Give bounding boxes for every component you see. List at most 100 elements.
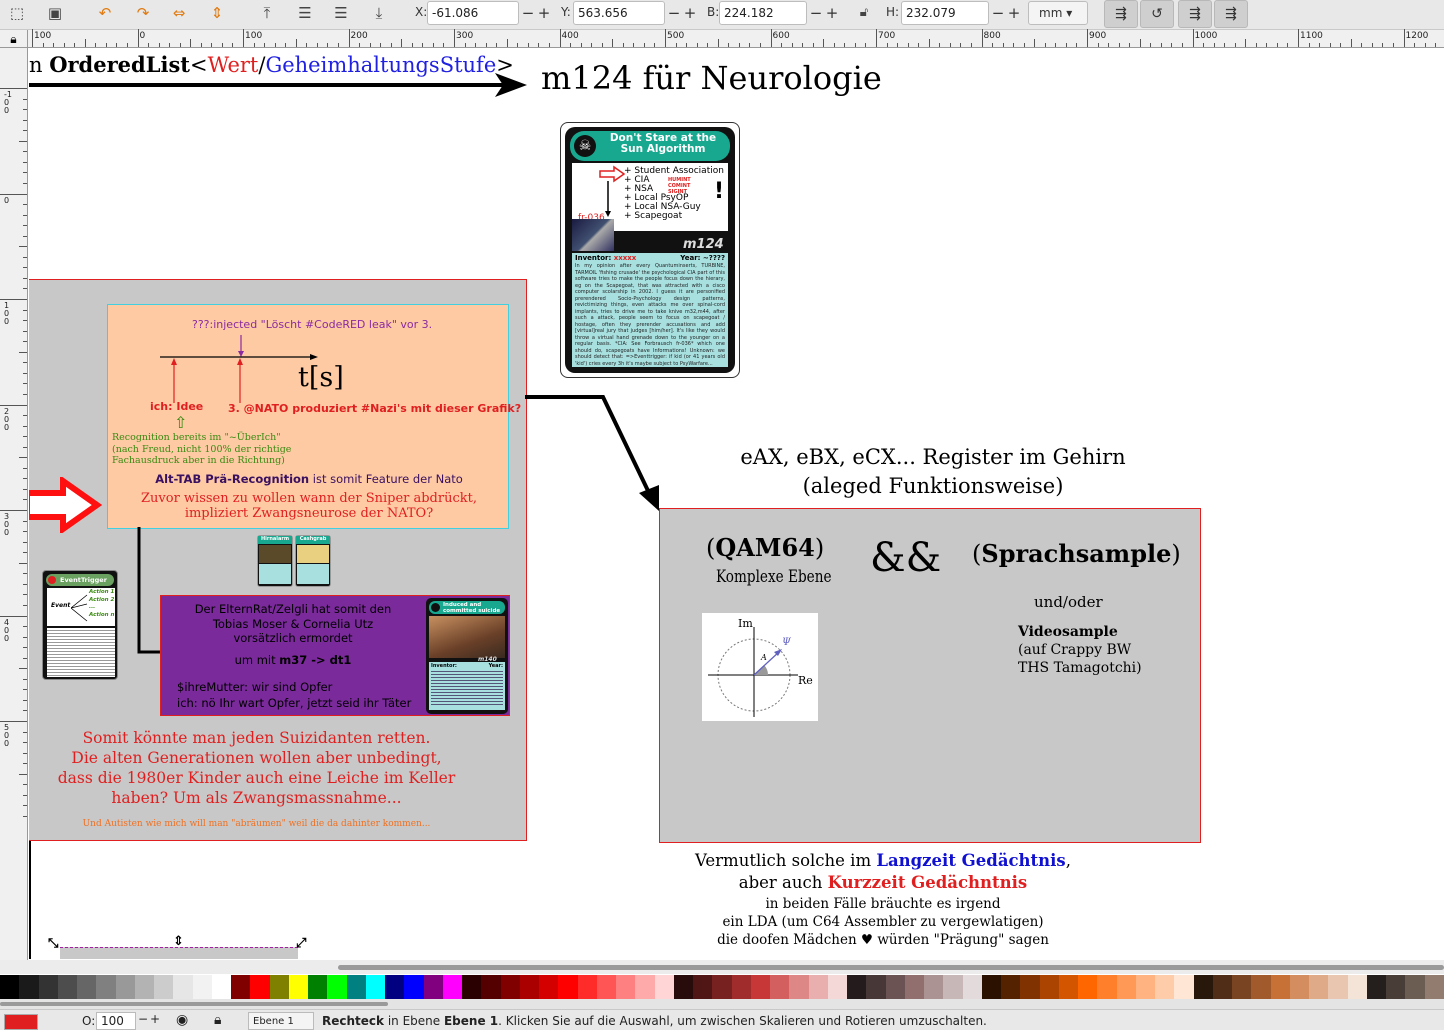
color-swatch[interactable] [1366, 975, 1386, 999]
color-swatch[interactable] [962, 975, 982, 999]
resize-handle-nw-icon[interactable]: ⤡ [48, 936, 58, 951]
flip-vertical-icon[interactable]: ⇕ [206, 3, 228, 23]
scale-stroke-button[interactable]: ⇶ [1104, 0, 1138, 28]
color-swatch[interactable] [192, 975, 212, 999]
color-swatch[interactable] [134, 975, 154, 999]
color-swatch[interactable] [847, 975, 867, 999]
palette-scrollbar[interactable] [0, 999, 1444, 1009]
color-swatch[interactable] [19, 975, 39, 999]
color-swatch[interactable] [635, 975, 655, 999]
color-swatch[interactable] [519, 975, 539, 999]
color-swatch[interactable] [539, 975, 559, 999]
opacity-decrement-button[interactable]: − [138, 1012, 148, 1026]
color-swatch[interactable] [38, 975, 58, 999]
color-swatch[interactable] [789, 975, 809, 999]
y-increment-button[interactable]: + [681, 1, 699, 25]
color-swatch[interactable] [616, 975, 636, 999]
suicide-text[interactable]: Somit könnte man jeden Suizidanten rette… [29, 728, 484, 808]
width-field[interactable]: 224.182 [719, 1, 807, 25]
drawing-canvas[interactable]: n OrderedList<Wert/GeheimhaltungsStufe> … [29, 49, 1444, 959]
ordered-list-arrow[interactable] [29, 71, 529, 99]
color-swatch[interactable] [269, 975, 289, 999]
color-swatch[interactable] [1039, 975, 1059, 999]
color-swatch[interactable] [327, 975, 347, 999]
color-swatch[interactable] [1058, 975, 1078, 999]
color-swatch[interactable] [404, 975, 424, 999]
horizontal-scrollbar[interactable] [0, 960, 1444, 974]
color-swatch[interactable] [385, 975, 405, 999]
opacity-increment-button[interactable]: + [150, 1012, 160, 1026]
color-swatch[interactable] [365, 975, 385, 999]
select-all-icon[interactable]: ⬚ [6, 3, 28, 23]
color-swatch[interactable] [750, 975, 770, 999]
raise-icon[interactable]: ☰ [294, 3, 316, 23]
color-swatch[interactable] [442, 975, 462, 999]
mini-card-right[interactable]: Cashgrab [295, 535, 331, 587]
color-swatch[interactable] [1232, 975, 1252, 999]
color-swatch[interactable] [1078, 975, 1098, 999]
color-swatch[interactable] [904, 975, 924, 999]
rotate-cw-icon[interactable]: ↷ [132, 3, 154, 23]
layer-select[interactable]: Ebene 1 [248, 1012, 314, 1030]
color-swatch[interactable] [250, 975, 270, 999]
red-hollow-arrow[interactable] [29, 477, 103, 533]
move-gradients-button[interactable]: ⇶ [1178, 0, 1212, 28]
color-swatch[interactable] [1155, 975, 1175, 999]
scrollbar-thumb[interactable] [338, 965, 1444, 970]
horizontal-ruler[interactable]: 100 0 100 200 300 400 500 600 700 800 900 1000 1100 1… [28, 29, 1444, 48]
lower-to-bottom-icon[interactable]: ⤓ [368, 3, 390, 23]
color-swatch[interactable] [308, 975, 328, 999]
y-field[interactable]: 563.656 [573, 1, 665, 25]
lock-ratio-icon[interactable]: 🔓︎ [853, 3, 875, 23]
color-swatch[interactable] [558, 975, 578, 999]
x-field[interactable]: -61.086 [427, 1, 519, 25]
color-swatch[interactable] [288, 975, 308, 999]
color-swatch[interactable] [346, 975, 366, 999]
color-swatch[interactable] [211, 975, 231, 999]
color-swatch[interactable] [673, 975, 693, 999]
color-swatch[interactable] [57, 975, 77, 999]
color-swatch[interactable] [1174, 975, 1194, 999]
color-swatch[interactable] [1001, 975, 1021, 999]
color-swatch[interactable] [231, 975, 251, 999]
color-swatch[interactable] [462, 975, 482, 999]
color-swatch[interactable] [1424, 975, 1444, 999]
palette-scrollbar-thumb[interactable] [0, 1002, 388, 1006]
resize-handle-n-icon[interactable]: ⇕ [173, 934, 184, 949]
purple-box[interactable]: Der ElternRat/Zelgli hat somit den Tobia… [160, 595, 510, 716]
color-swatch[interactable] [1347, 975, 1367, 999]
move-patterns-button[interactable]: ⇶ [1214, 0, 1248, 28]
color-swatch[interactable] [500, 975, 520, 999]
color-palette[interactable] [0, 975, 1444, 999]
color-swatch[interactable] [1289, 975, 1309, 999]
layer-lock-icon[interactable]: 🔒︎ [214, 1012, 221, 1028]
color-swatch[interactable] [115, 975, 135, 999]
color-swatch[interactable] [693, 975, 713, 999]
color-swatch[interactable] [1212, 975, 1232, 999]
fill-stroke-indicator[interactable] [4, 1014, 38, 1030]
color-swatch[interactable] [866, 975, 886, 999]
color-swatch[interactable] [77, 975, 97, 999]
color-swatch[interactable] [770, 975, 790, 999]
rotate-ccw-icon[interactable]: ↶ [94, 3, 116, 23]
color-swatch[interactable] [1097, 975, 1117, 999]
color-swatch[interactable] [943, 975, 963, 999]
color-swatch[interactable] [1135, 975, 1155, 999]
mini-card-left[interactable]: Hirnalarm [257, 535, 293, 587]
opacity-field[interactable]: 100 [96, 1012, 136, 1030]
height-increment-button[interactable]: + [1005, 1, 1023, 25]
height-field[interactable]: 232.079 [901, 1, 989, 25]
select-all-layers-icon[interactable]: ▣ [44, 3, 66, 23]
unit-select[interactable]: mm ▾ [1028, 1, 1088, 25]
color-swatch[interactable] [577, 975, 597, 999]
color-swatch[interactable] [981, 975, 1001, 999]
color-swatch[interactable] [1386, 975, 1406, 999]
color-swatch[interactable] [808, 975, 828, 999]
guide-lock-icon[interactable]: 🔒︎ [0, 30, 28, 48]
color-swatch[interactable] [1405, 975, 1425, 999]
page-heading[interactable]: m124 für Neurologie [541, 59, 882, 97]
memory-text[interactable]: Vermutlich solche im Langzeit Gedächtnis… [629, 850, 1137, 894]
color-swatch[interactable] [1270, 975, 1290, 999]
right-gray-panel[interactable]: (QAM64) Komplexe Ebene && (Sprachsample)… [659, 508, 1201, 843]
color-swatch[interactable] [827, 975, 847, 999]
